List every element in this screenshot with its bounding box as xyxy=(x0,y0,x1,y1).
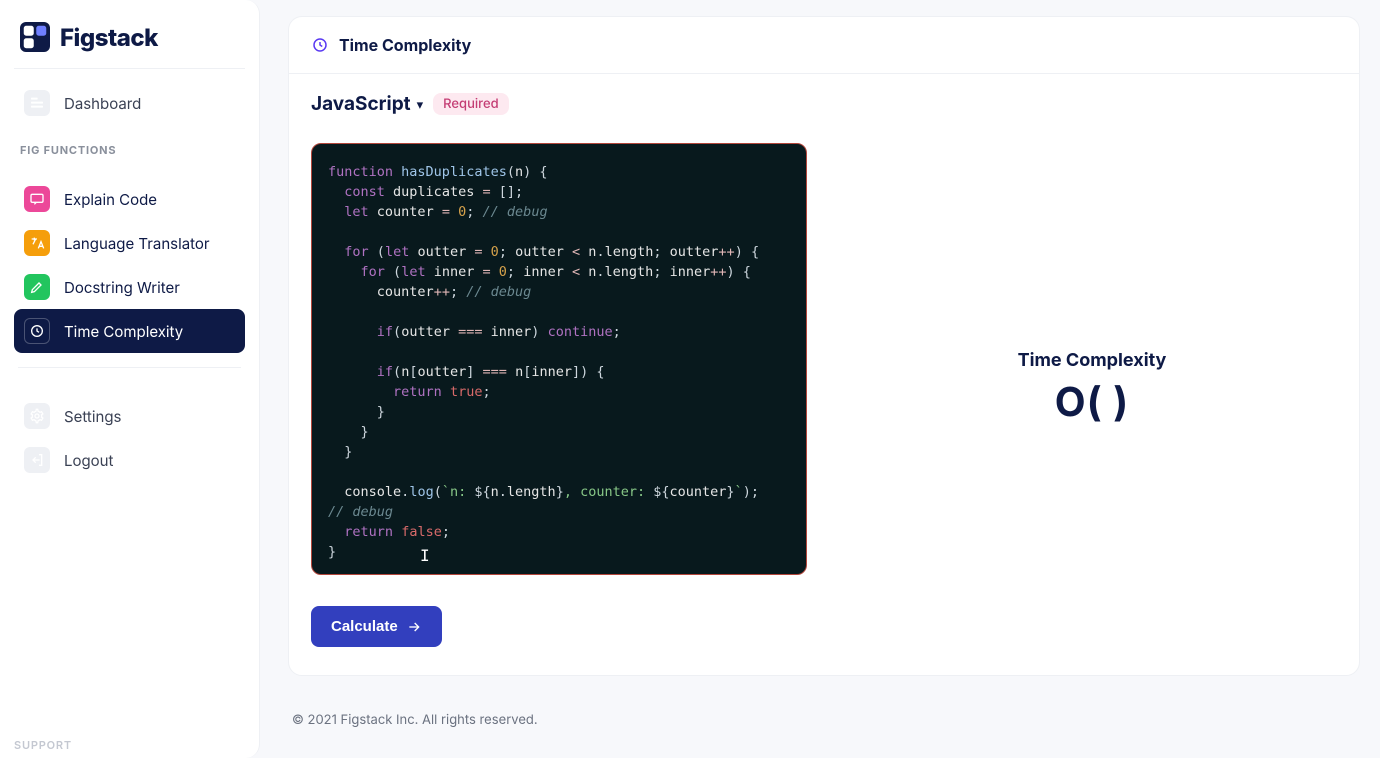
chevron-down-icon: ▾ xyxy=(417,97,424,113)
sidebar-item-label: Settings xyxy=(64,407,121,426)
sidebar-divider xyxy=(18,367,241,368)
tool-card: Time Complexity JavaScript ▾ Required fu… xyxy=(288,16,1360,676)
language-select-value: JavaScript xyxy=(311,92,411,115)
sidebar: Figstack Dashboard FIG FUNCTIONS Explain… xyxy=(0,0,260,758)
sidebar-item-label: Time Complexity xyxy=(64,322,183,341)
card-body: JavaScript ▾ Required function hasDuplic… xyxy=(289,74,1359,675)
sidebar-support-label: SUPPORT xyxy=(14,738,72,752)
sidebar-item-label: Docstring Writer xyxy=(64,278,180,297)
sidebar-utility-nav: Settings Logout xyxy=(14,394,245,482)
required-badge: Required xyxy=(433,93,508,115)
gear-icon xyxy=(24,403,50,429)
logout-icon xyxy=(24,447,50,473)
text-cursor-icon: 𝙸 xyxy=(420,546,430,566)
card-title: Time Complexity xyxy=(339,35,471,55)
result-title: Time Complexity xyxy=(1018,350,1167,371)
footer-text: © 2021 Figstack Inc. All rights reserved… xyxy=(292,712,1360,728)
brand-name: Figstack xyxy=(60,23,158,52)
language-row: JavaScript ▾ Required xyxy=(311,92,1337,115)
result-pane: Time Complexity O( ) xyxy=(847,129,1337,647)
sidebar-item-dashboard[interactable]: Dashboard xyxy=(14,81,245,125)
language-select[interactable]: JavaScript ▾ xyxy=(311,92,423,115)
sidebar-item-label: Dashboard xyxy=(64,94,141,113)
sidebar-item-settings[interactable]: Settings xyxy=(14,394,245,438)
sidebar-item-label: Explain Code xyxy=(64,190,157,209)
main-content: Time Complexity JavaScript ▾ Required fu… xyxy=(260,0,1380,758)
calculate-button-label: Calculate xyxy=(331,618,398,635)
card-header: Time Complexity xyxy=(289,17,1359,74)
code-editor[interactable]: function hasDuplicates(n) { const duplic… xyxy=(311,143,807,575)
workspace: function hasDuplicates(n) { const duplic… xyxy=(311,129,1337,647)
sidebar-item-language-translator[interactable]: Language Translator xyxy=(14,221,245,265)
dashboard-icon xyxy=(24,90,50,116)
sidebar-item-label: Logout xyxy=(64,451,113,470)
sidebar-item-label: Language Translator xyxy=(64,234,210,253)
result-bigO: O( ) xyxy=(1055,377,1129,426)
editor-pane: function hasDuplicates(n) { const duplic… xyxy=(311,129,807,647)
sidebar-primary-nav: Dashboard xyxy=(14,81,245,125)
sidebar-item-docstring-writer[interactable]: Docstring Writer xyxy=(14,265,245,309)
calculate-button[interactable]: Calculate xyxy=(311,606,442,647)
brand-logo-icon xyxy=(20,22,50,52)
sidebar-item-time-complexity[interactable]: Time Complexity xyxy=(14,309,245,353)
brand: Figstack xyxy=(14,22,245,69)
pencil-icon xyxy=(24,274,50,300)
chat-icon xyxy=(24,186,50,212)
sidebar-functions-nav: Explain Code Language Translator Docstri… xyxy=(14,177,245,353)
arrow-right-icon xyxy=(406,619,422,635)
sidebar-item-explain-code[interactable]: Explain Code xyxy=(14,177,245,221)
translate-icon xyxy=(24,230,50,256)
clock-icon xyxy=(24,318,50,344)
sidebar-item-logout[interactable]: Logout xyxy=(14,438,245,482)
sidebar-section-title: FIG FUNCTIONS xyxy=(20,143,245,157)
clock-icon xyxy=(311,36,329,54)
